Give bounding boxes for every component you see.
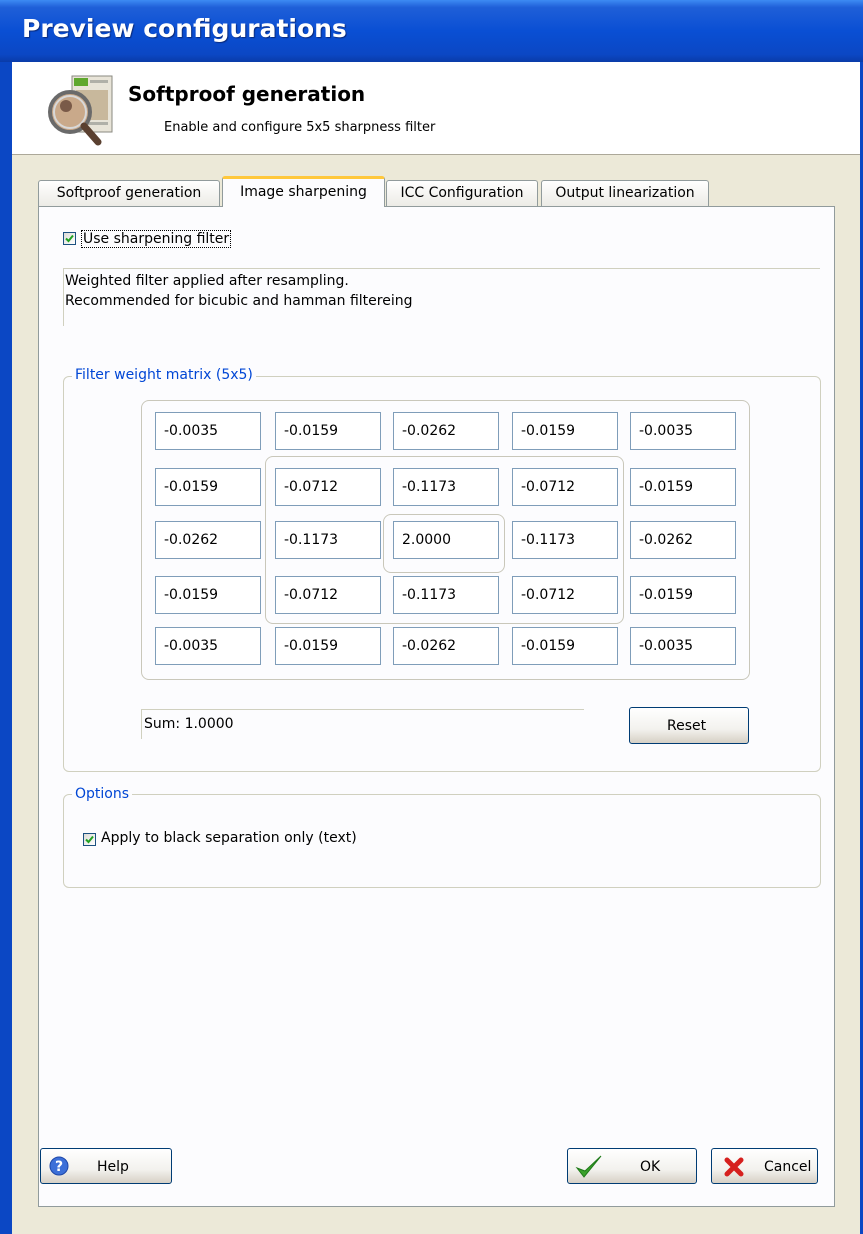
checkmark-icon [65, 234, 74, 243]
window-frame-left [0, 62, 12, 1234]
dialog-header: Softproof generation Enable and configur… [12, 62, 860, 155]
tab-icc-configuration[interactable]: ICC Configuration [386, 180, 538, 206]
tab-image-sharpening[interactable]: Image sharpening [222, 176, 385, 207]
black-separation-label[interactable]: Apply to black separation only (text) [101, 830, 357, 846]
matrix-cell-r1-c5[interactable]: -0.0035 [630, 412, 736, 450]
matrix-cell-r2-c1[interactable]: -0.0159 [155, 468, 261, 506]
matrix-cell-r5-c2[interactable]: -0.0159 [275, 627, 381, 665]
matrix-cell-r5-c4[interactable]: -0.0159 [512, 627, 618, 665]
matrix-cell-r3-c3[interactable]: 2.0000 [393, 521, 499, 559]
sum-display: Sum: 1.0000 [141, 709, 584, 739]
matrix-cell-r4-c4[interactable]: -0.0712 [512, 576, 618, 614]
checkmark-icon [575, 1155, 602, 1178]
matrix-cell-r5-c5[interactable]: -0.0035 [630, 627, 736, 665]
tab-label: ICC Configuration [400, 185, 524, 201]
matrix-cell-r4-c5[interactable]: -0.0159 [630, 576, 736, 614]
help-icon: ? [49, 1156, 69, 1176]
dialog-footer-band [12, 1212, 860, 1234]
use-sharpening-label[interactable]: Use sharpening filter [81, 230, 232, 248]
matrix-cell-r4-c1[interactable]: -0.0159 [155, 576, 261, 614]
filter-matrix-group-label: Filter weight matrix (5x5) [72, 367, 256, 383]
use-sharpening-checkbox[interactable] [63, 232, 76, 245]
matrix-cell-r3-c2[interactable]: -0.1173 [275, 521, 381, 559]
cancel-button-label: Cancel [764, 1159, 812, 1175]
matrix-cell-r5-c3[interactable]: -0.0262 [393, 627, 499, 665]
matrix-cell-r2-c5[interactable]: -0.0159 [630, 468, 736, 506]
window-title-bar[interactable]: Preview configurations [0, 0, 863, 62]
matrix-cell-r2-c4[interactable]: -0.0712 [512, 468, 618, 506]
matrix-cell-r5-c1[interactable]: -0.0035 [155, 627, 261, 665]
matrix-cell-r1-c4[interactable]: -0.0159 [512, 412, 618, 450]
tab-label: Softproof generation [56, 185, 202, 201]
tab-softproof-generation[interactable]: Softproof generation [38, 180, 220, 206]
ok-button[interactable]: OK [567, 1148, 697, 1184]
matrix-cell-r1-c3[interactable]: -0.0262 [393, 412, 499, 450]
header-subtitle: Enable and configure 5x5 sharpness filte… [164, 120, 436, 135]
description-line: Recommended for bicubic and hamman filte… [65, 293, 413, 309]
checkmark-icon [85, 835, 94, 844]
filter-description: Weighted filter applied after resampling… [63, 268, 820, 326]
reset-button-label: Reset [667, 718, 707, 734]
matrix-cell-r4-c3[interactable]: -0.1173 [393, 576, 499, 614]
reset-button[interactable]: Reset [629, 707, 749, 744]
header-title: Softproof generation [128, 82, 366, 106]
ok-button-label: OK [640, 1159, 661, 1175]
window-title: Preview configurations [22, 14, 347, 43]
help-button[interactable]: ? Help [40, 1148, 172, 1184]
cancel-button[interactable]: Cancel [711, 1148, 818, 1184]
matrix-cell-r4-c2[interactable]: -0.0712 [275, 576, 381, 614]
help-button-label: Help [97, 1159, 129, 1175]
tab-label: Image sharpening [240, 184, 367, 200]
svg-text:?: ? [55, 1159, 63, 1175]
matrix-cell-r3-c5[interactable]: -0.0262 [630, 521, 736, 559]
softproof-magnifier-icon [46, 72, 122, 146]
matrix-cell-r2-c2[interactable]: -0.0712 [275, 468, 381, 506]
description-line: Weighted filter applied after resampling… [65, 273, 349, 289]
matrix-cell-r1-c2[interactable]: -0.0159 [275, 412, 381, 450]
matrix-cell-r2-c3[interactable]: -0.1173 [393, 468, 499, 506]
tab-output-linearization[interactable]: Output linearization [541, 180, 709, 206]
black-separation-checkbox[interactable] [83, 833, 96, 846]
matrix-cell-r3-c1[interactable]: -0.0262 [155, 521, 261, 559]
matrix-cell-r1-c1[interactable]: -0.0035 [155, 412, 261, 450]
options-group-label: Options [72, 786, 133, 802]
matrix-cell-r3-c4[interactable]: -0.1173 [512, 521, 618, 559]
tab-label: Output linearization [555, 185, 695, 201]
cancel-x-icon [724, 1157, 744, 1177]
